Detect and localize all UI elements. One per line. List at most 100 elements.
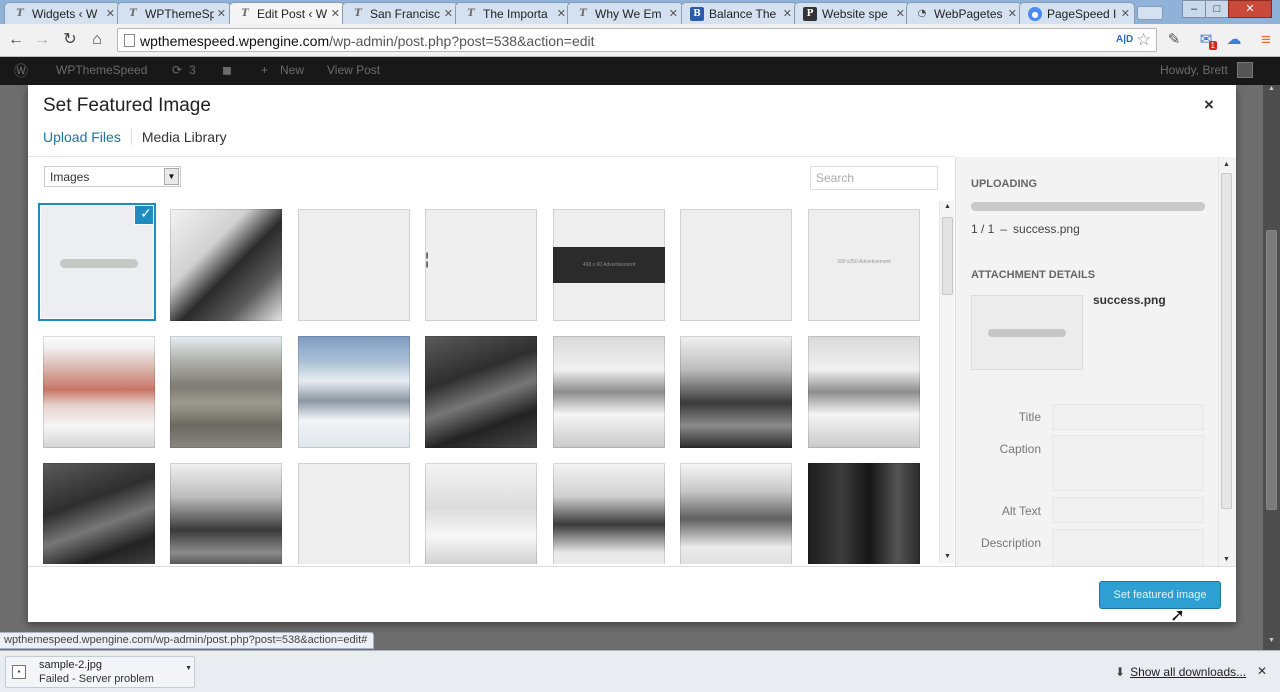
title-field[interactable] xyxy=(1052,404,1204,430)
description-field[interactable] xyxy=(1052,529,1204,566)
tab-close-icon[interactable]: ✕ xyxy=(217,7,226,20)
attachment-thumbnail[interactable] xyxy=(170,463,282,564)
sidebar-scrollbar[interactable]: ▲ ▼ xyxy=(1218,157,1233,566)
grid-scroll-thumb[interactable] xyxy=(942,217,953,295)
back-arrow-icon[interactable]: ← xyxy=(6,30,26,50)
show-all-downloads[interactable]: ⬇ Show all downloads... xyxy=(1115,665,1246,679)
tab-title: WebPagetes xyxy=(934,6,1003,21)
scroll-down-arrow-icon[interactable]: ▼ xyxy=(940,551,955,563)
browser-tab[interactable]: T Why We Em ✕ xyxy=(567,2,683,24)
updates-icon[interactable]: ⟳ xyxy=(172,63,182,77)
new-content-link[interactable]: New xyxy=(280,63,304,77)
browser-tab[interactable]: B Balance The ✕ xyxy=(681,2,797,24)
browser-tab[interactable]: P Website spe ✕ xyxy=(794,2,910,24)
attachment-thumbnail[interactable] xyxy=(170,209,282,321)
window-close-button[interactable]: ✕ xyxy=(1228,0,1272,18)
view-post-link[interactable]: View Post xyxy=(327,63,380,77)
attachment-thumbnail[interactable] xyxy=(43,336,155,448)
attachment-thumbnail[interactable] xyxy=(553,463,665,564)
show-all-downloads-link[interactable]: Show all downloads... xyxy=(1130,665,1246,679)
tab-close-icon[interactable]: ✕ xyxy=(1008,7,1017,20)
browser-tab[interactable]: T The Importa ✕ xyxy=(455,2,571,24)
attachment-thumbnail[interactable] xyxy=(553,336,665,448)
set-featured-image-button[interactable]: Set featured image xyxy=(1099,581,1221,609)
alt-text-field[interactable] xyxy=(1052,497,1204,523)
caption-field[interactable] xyxy=(1052,435,1204,491)
forward-arrow-icon[interactable]: → xyxy=(32,30,52,50)
attachment-filename: success.png xyxy=(1093,293,1166,307)
home-icon[interactable]: ⌂ xyxy=(87,30,107,50)
avatar[interactable] xyxy=(1237,62,1253,78)
attachment-thumbnail[interactable] xyxy=(170,336,282,448)
tab-close-icon[interactable]: ✕ xyxy=(1121,7,1130,20)
router-underline xyxy=(28,156,955,157)
attachment-thumbnail[interactable] xyxy=(298,336,410,448)
howdy-user[interactable]: Howdy, Brett xyxy=(1160,63,1228,77)
reload-icon[interactable]: ↻ xyxy=(60,30,80,50)
chrome-menu-icon[interactable]: ≡ xyxy=(1256,30,1276,50)
scroll-up-arrow-icon[interactable]: ▲ xyxy=(1219,159,1234,171)
browser-tab[interactable]: ◔ WebPagetes ✕ xyxy=(906,2,1022,24)
scroll-down-arrow-icon[interactable]: ▼ xyxy=(1263,637,1280,651)
scroll-down-arrow-icon[interactable]: ▼ xyxy=(1219,554,1234,566)
tab-close-icon[interactable]: ✕ xyxy=(331,7,340,20)
site-name[interactable]: WPThemeSpeed xyxy=(56,63,147,77)
wordpress-logo-icon[interactable]: Ⓦ xyxy=(14,61,28,81)
attachment-thumbnail[interactable] xyxy=(298,463,410,564)
address-bar[interactable]: wpthemespeed.wpengine.com/wp-admin/post.… xyxy=(117,28,1157,52)
tab-close-icon[interactable]: ✕ xyxy=(783,7,792,20)
close-icon[interactable]: ✕ xyxy=(1257,664,1267,678)
chevron-down-icon[interactable]: ▼ xyxy=(164,168,179,185)
attachment-thumbnail[interactable] xyxy=(425,463,537,564)
new-tab-button[interactable] xyxy=(1137,6,1163,20)
minimize-button[interactable]: – xyxy=(1182,0,1206,18)
scroll-up-arrow-icon[interactable]: ▲ xyxy=(940,201,955,213)
cloud-extension-icon[interactable]: ☁ xyxy=(1224,30,1244,50)
tab-close-icon[interactable]: ✕ xyxy=(444,7,453,20)
attachment-thumbnail[interactable] xyxy=(298,209,410,321)
attachment-thumbnail[interactable] xyxy=(680,463,792,564)
filter-selected-value: Images xyxy=(50,170,90,184)
sidebar-scroll-thumb[interactable] xyxy=(1221,173,1232,509)
grid-scrollbar[interactable]: ▲ ▼ xyxy=(939,201,954,563)
chevron-down-icon[interactable]: ▼ xyxy=(185,665,192,672)
attachment-thumbnail[interactable] xyxy=(680,336,792,448)
close-icon[interactable]: × xyxy=(1204,95,1214,115)
attachment-thumbnail[interactable]: ¦ xyxy=(425,209,537,321)
media-type-filter[interactable]: Images ▼ xyxy=(44,166,181,187)
checkmark-icon[interactable]: ✓ xyxy=(135,206,153,224)
new-plus-icon[interactable]: + xyxy=(261,63,268,77)
search-input[interactable] xyxy=(810,166,938,190)
tab-media-library[interactable]: Media Library xyxy=(142,129,227,145)
page-scrollbar[interactable]: ▲ ▼ xyxy=(1263,85,1280,651)
attachment-thumbnail[interactable] xyxy=(43,463,155,564)
wordpress-favicon-icon: T xyxy=(16,7,24,19)
attachment-thumbnail[interactable]: 468 x 60 Advertisement xyxy=(553,209,665,321)
tab-close-icon[interactable]: ✕ xyxy=(669,7,678,20)
tab-close-icon[interactable]: ✕ xyxy=(557,7,566,20)
attachment-thumbnail[interactable] xyxy=(680,209,792,321)
browser-tab-active[interactable]: T Edit Post ‹ W ✕ xyxy=(229,2,345,24)
scroll-up-arrow-icon[interactable]: ▲ xyxy=(1263,85,1280,99)
browser-tab[interactable]: ● PageSpeed I ✕ xyxy=(1019,2,1135,24)
attachment-thumbnail[interactable]: 300 x250 Advertisement xyxy=(808,209,920,321)
translate-icon[interactable]: A|D xyxy=(1116,34,1133,45)
tab-upload-files[interactable]: Upload Files xyxy=(43,129,121,145)
maximize-button[interactable]: □ xyxy=(1205,0,1229,18)
gauge-favicon-icon: ◔ xyxy=(917,7,927,19)
mail-extension-icon[interactable]: ✉ 1 xyxy=(1196,30,1217,50)
page-scroll-thumb[interactable] xyxy=(1266,230,1277,510)
bookmark-star-icon[interactable]: ☆ xyxy=(1136,30,1151,50)
browser-tab[interactable]: T WPThemeSp ✕ xyxy=(117,2,231,24)
download-item[interactable]: ▪ sample-2.jpg Failed - Server problem ▼ xyxy=(5,656,195,688)
tab-close-icon[interactable]: ✕ xyxy=(106,7,115,20)
attachment-thumbnail[interactable] xyxy=(808,336,920,448)
browser-tab[interactable]: T San Francisc ✕ xyxy=(342,2,458,24)
attachment-thumbnail[interactable]: ✓ xyxy=(41,206,153,318)
attachment-thumbnail[interactable] xyxy=(808,463,920,564)
tab-close-icon[interactable]: ✕ xyxy=(896,7,905,20)
attachment-thumbnail[interactable] xyxy=(425,336,537,448)
wrench-icon[interactable]: ✎ xyxy=(1164,30,1184,50)
browser-tab[interactable]: T Widgets ‹ W ✕ xyxy=(4,2,120,24)
comments-icon[interactable]: ◼ xyxy=(222,63,232,77)
